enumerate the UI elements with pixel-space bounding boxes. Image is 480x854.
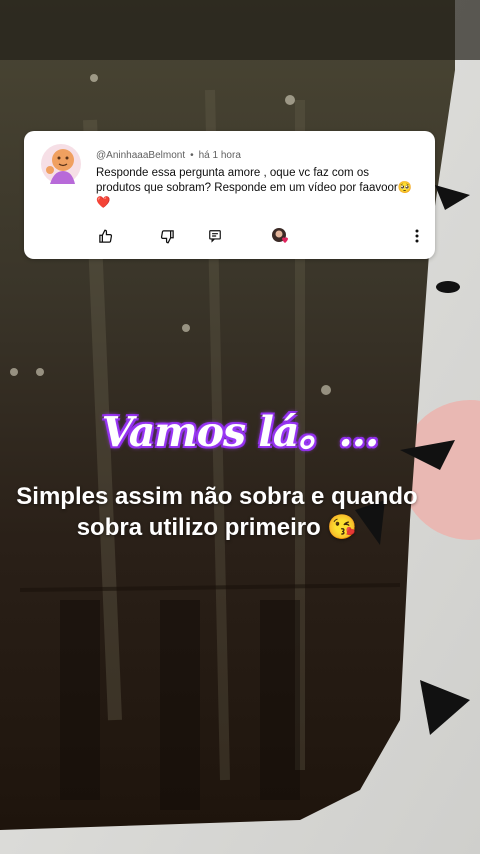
overlay-caption: Simples assim não sobra e quando sobra u… [16,483,418,541]
thumbs-up-icon[interactable] [96,227,114,245]
meta-separator: • [190,150,194,161]
comment-username[interactable]: @AninhaaaBelmont [96,150,185,161]
comment-text: Responde essa pergunta amore , oque vc f… [96,167,413,209]
comment-meta: @AninhaaaBelmont • há 1 hora [96,150,241,161]
more-vertical-icon[interactable] [408,227,426,245]
overlay-title: Vamos lá。... [101,408,380,456]
comment-card[interactable]: @AninhaaaBelmont • há 1 hora Responde essa… [24,131,435,259]
avatar[interactable] [40,143,82,185]
comment-time: há 1 hora [198,150,241,161]
comment-actions [96,227,426,247]
reply-icon[interactable] [206,227,224,245]
creator-heart-icon [271,227,289,245]
thumbs-down-icon[interactable] [158,227,176,245]
